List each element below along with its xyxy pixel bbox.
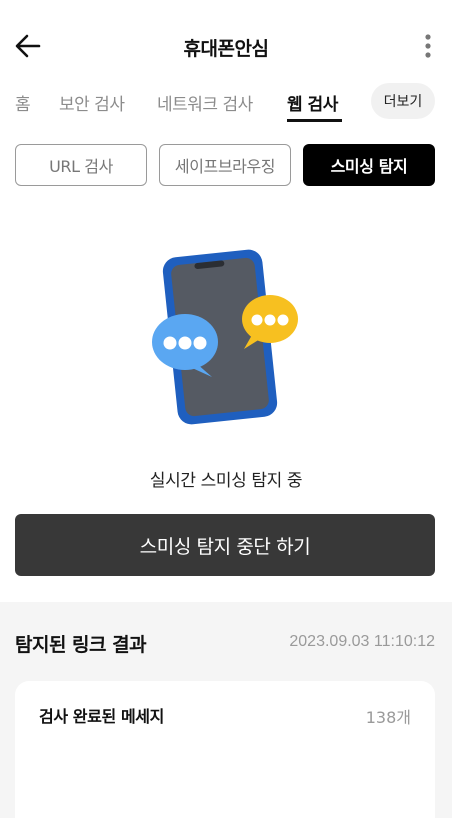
active-tab-indicator — [287, 119, 342, 122]
results-section: 탐지된 링크 결과 2023.09.03 11:10:12 검사 완료된 메세지… — [0, 602, 452, 818]
scanned-messages-card[interactable]: 검사 완료된 메세지 138개 — [15, 681, 435, 818]
segment-safe-browsing[interactable]: 세이프브라우징 — [159, 144, 291, 186]
scanned-messages-count: 138개 — [365, 708, 411, 727]
detection-status-text: 실시간 스미싱 탐지 중 — [149, 471, 303, 491]
more-vertical-icon — [425, 34, 431, 58]
tab-bar: 홈 보안 검사 네트워크 검사 웹 검사 더보기 — [0, 78, 452, 124]
tab-web-check[interactable]: 웹 검사 — [287, 90, 338, 115]
results-timestamp: 2023.09.03 11:10:12 — [289, 633, 435, 650]
phone-chat-bubbles-icon — [152, 249, 298, 425]
screen: 휴대폰안심 홈 보안 검사 네트워크 검사 웹 검사 더보기 URL 검사 세이… — [0, 0, 452, 818]
more-options-button[interactable] — [416, 30, 440, 62]
tab-more-button[interactable]: 더보기 — [371, 83, 435, 119]
tab-security-check[interactable]: 보안 검사 — [59, 90, 125, 115]
stop-smishing-detection-button[interactable]: 스미싱 탐지 중단 하기 — [15, 514, 435, 576]
scanned-messages-label: 검사 완료된 메세지 — [39, 707, 164, 726]
segment-smishing-detection[interactable]: 스미싱 탐지 — [303, 144, 435, 186]
segment-url-check[interactable]: URL 검사 — [15, 144, 147, 186]
page-title: 휴대폰안심 — [183, 38, 269, 60]
tab-home[interactable]: 홈 — [15, 90, 31, 115]
tab-network-check[interactable]: 네트워크 검사 — [157, 90, 253, 115]
results-title: 탐지된 링크 결과 — [15, 634, 147, 656]
